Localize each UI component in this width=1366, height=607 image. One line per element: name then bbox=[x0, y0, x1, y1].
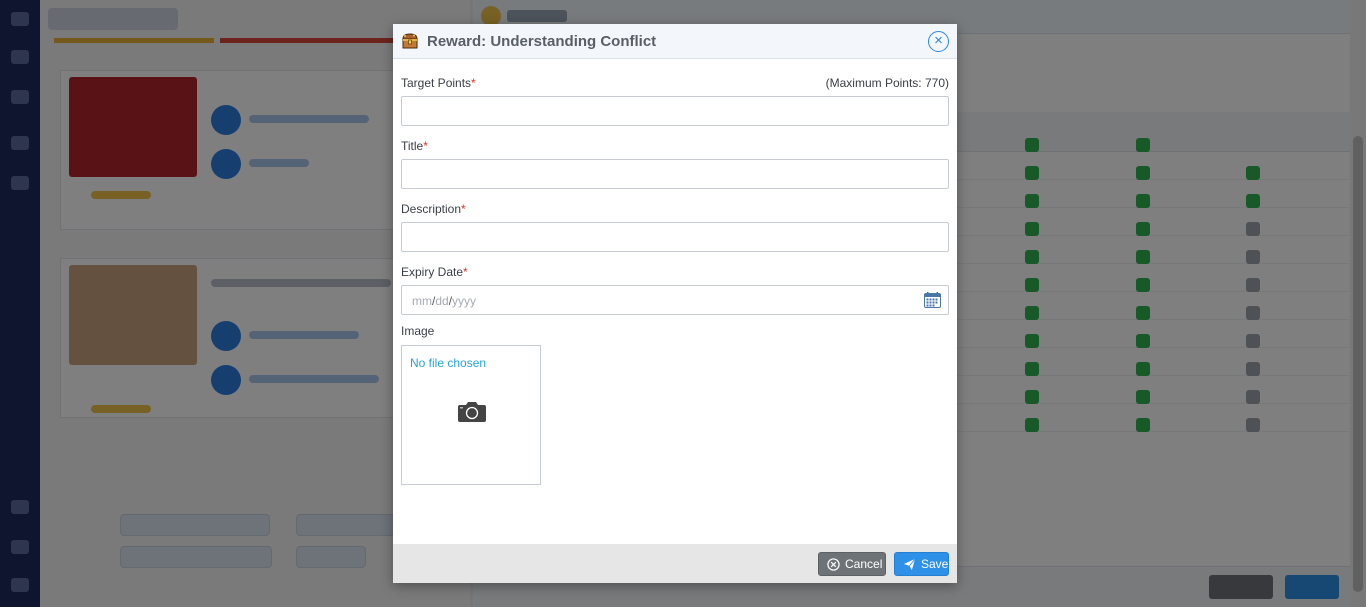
date-year-placeholder[interactable]: yyyy bbox=[452, 294, 476, 308]
expiry-date-input[interactable]: mm/dd/yyyy bbox=[401, 285, 949, 315]
reward-dialog: Reward: Understanding Conflict × Target … bbox=[393, 24, 957, 583]
title-label: Title* bbox=[401, 139, 428, 153]
paper-plane-icon bbox=[903, 558, 916, 570]
required-asterisk: * bbox=[463, 265, 468, 279]
target-points-input[interactable] bbox=[401, 96, 949, 126]
date-month-placeholder[interactable]: mm bbox=[412, 294, 432, 308]
title-input[interactable] bbox=[401, 159, 949, 189]
close-button[interactable]: × bbox=[928, 31, 949, 52]
required-asterisk: * bbox=[471, 76, 476, 90]
treasure-chest-icon bbox=[402, 33, 418, 49]
target-points-label-text: Target Points bbox=[401, 76, 472, 90]
expiry-date-label-text: Expiry Date bbox=[401, 265, 464, 279]
file-status-text[interactable]: No file chosen bbox=[410, 356, 486, 370]
close-circle-icon bbox=[827, 557, 840, 571]
dialog-title: Reward: Understanding Conflict bbox=[427, 33, 657, 50]
target-points-label: Target Points* bbox=[401, 76, 476, 90]
save-button[interactable]: Save bbox=[894, 552, 949, 576]
date-placeholder: mm/dd/yyyy bbox=[412, 294, 476, 308]
image-upload-box[interactable]: No file chosen bbox=[401, 345, 541, 485]
date-day-placeholder[interactable]: dd bbox=[435, 294, 448, 308]
title-label-text: Title bbox=[401, 139, 424, 153]
camera-icon[interactable] bbox=[457, 399, 487, 423]
expiry-date-label: Expiry Date* bbox=[401, 265, 468, 279]
required-asterisk: * bbox=[461, 202, 466, 216]
dialog-header: Reward: Understanding Conflict × bbox=[393, 24, 957, 59]
save-button-label: Save bbox=[921, 557, 949, 571]
calendar-icon[interactable] bbox=[924, 292, 941, 308]
description-input[interactable] bbox=[401, 222, 949, 252]
image-label: Image bbox=[401, 324, 435, 338]
cancel-button[interactable]: Cancel bbox=[818, 552, 886, 576]
required-asterisk: * bbox=[423, 139, 428, 153]
close-icon: × bbox=[934, 32, 943, 49]
description-label: Description* bbox=[401, 202, 466, 216]
max-points-hint: (Maximum Points: 770) bbox=[825, 76, 949, 90]
dialog-footer: Cancel Save bbox=[393, 544, 957, 583]
cancel-button-label: Cancel bbox=[845, 557, 883, 571]
description-label-text: Description bbox=[401, 202, 462, 216]
